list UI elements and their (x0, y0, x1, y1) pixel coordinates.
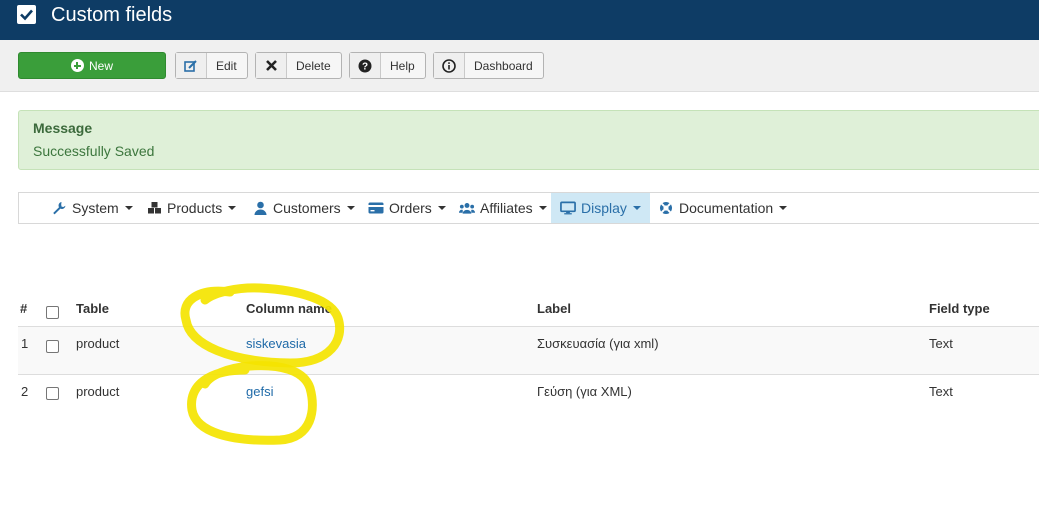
chevron-down-icon (632, 206, 641, 210)
credit-card-icon (368, 201, 384, 215)
menu-affiliates-label: Affiliates (480, 200, 533, 216)
menu-display-label: Display (581, 200, 627, 216)
success-message: Message Successfully Saved (18, 110, 1039, 170)
menu-products[interactable]: Products (146, 193, 237, 223)
chevron-down-icon (346, 206, 355, 210)
life-ring-icon (658, 201, 674, 215)
wrench-icon (51, 201, 67, 215)
menu-customers-label: Customers (273, 200, 341, 216)
row-column-name-link[interactable]: siskevasia (246, 336, 306, 351)
message-text: Successfully Saved (33, 143, 155, 159)
monitor-icon (560, 201, 576, 215)
row-checkbox[interactable] (46, 340, 59, 353)
checkbox-icon (17, 5, 36, 24)
select-all-checkbox[interactable] (46, 306, 59, 319)
row-checkbox[interactable] (46, 387, 59, 400)
main-menu: System Products Customers Orders Affilia… (18, 192, 1039, 224)
user-icon (252, 201, 268, 215)
row-field-type: Text (929, 384, 953, 399)
edit-icon (176, 53, 207, 78)
menu-customers[interactable]: Customers (252, 193, 355, 223)
row-divider (18, 374, 1039, 375)
plus-circle-icon (70, 59, 84, 72)
chevron-down-icon (538, 206, 547, 210)
chevron-down-icon (124, 206, 133, 210)
chevron-down-icon (437, 206, 446, 210)
menu-orders-label: Orders (389, 200, 432, 216)
dashboard-button-label: Dashboard (474, 58, 533, 73)
menu-system[interactable]: System (51, 193, 133, 223)
help-button[interactable]: ? Help (349, 52, 426, 79)
row-number: 2 (21, 384, 29, 399)
menu-products-label: Products (167, 200, 223, 216)
chevron-down-icon (779, 206, 788, 210)
dashboard-button[interactable]: Dashboard (433, 52, 544, 79)
chevron-down-icon (228, 206, 237, 210)
row-field-type: Text (929, 336, 953, 351)
row-table: product (76, 384, 120, 399)
users-icon (459, 201, 475, 215)
new-button[interactable]: New (18, 52, 166, 79)
delete-button-label: Delete (296, 58, 331, 73)
row-table: product (76, 336, 120, 351)
menu-system-label: System (72, 200, 119, 216)
menu-documentation[interactable]: Documentation (658, 193, 788, 223)
col-header-table[interactable]: Table (76, 301, 109, 316)
cubes-icon (146, 201, 162, 215)
info-circle-icon (434, 53, 465, 78)
row-number: 1 (21, 336, 29, 351)
col-header-num: # (20, 301, 28, 316)
svg-text:?: ? (362, 61, 368, 72)
page-header: Custom fields (0, 0, 1039, 40)
page: Custom fields New Edit Delete ? Help Das… (0, 0, 1039, 517)
menu-affiliates[interactable]: Affiliates (459, 193, 547, 223)
col-header-label[interactable]: Label (537, 301, 571, 316)
message-heading: Message (33, 120, 93, 136)
delete-button[interactable]: Delete (255, 52, 342, 79)
table-row (18, 327, 1039, 374)
row-label: Συσκευασία (για xml) (537, 336, 659, 351)
menu-orders[interactable]: Orders (368, 193, 446, 223)
col-header-field-type[interactable]: Field type (929, 301, 990, 316)
menu-display[interactable]: Display (551, 193, 650, 223)
edit-button-label: Edit (216, 58, 237, 73)
new-button-label: New (88, 58, 113, 73)
help-button-label: Help (390, 58, 415, 73)
edit-button[interactable]: Edit (175, 52, 248, 79)
close-icon (256, 53, 287, 78)
col-header-column-name[interactable]: Column name (246, 301, 332, 316)
row-label: Γεύση (για XML) (537, 384, 632, 399)
row-column-name-link[interactable]: gefsi (246, 384, 273, 399)
page-title: Custom fields (51, 4, 173, 26)
toolbar: New Edit Delete ? Help Dashboard (0, 40, 1039, 92)
menu-documentation-label: Documentation (679, 200, 774, 216)
question-circle-icon: ? (350, 53, 381, 78)
